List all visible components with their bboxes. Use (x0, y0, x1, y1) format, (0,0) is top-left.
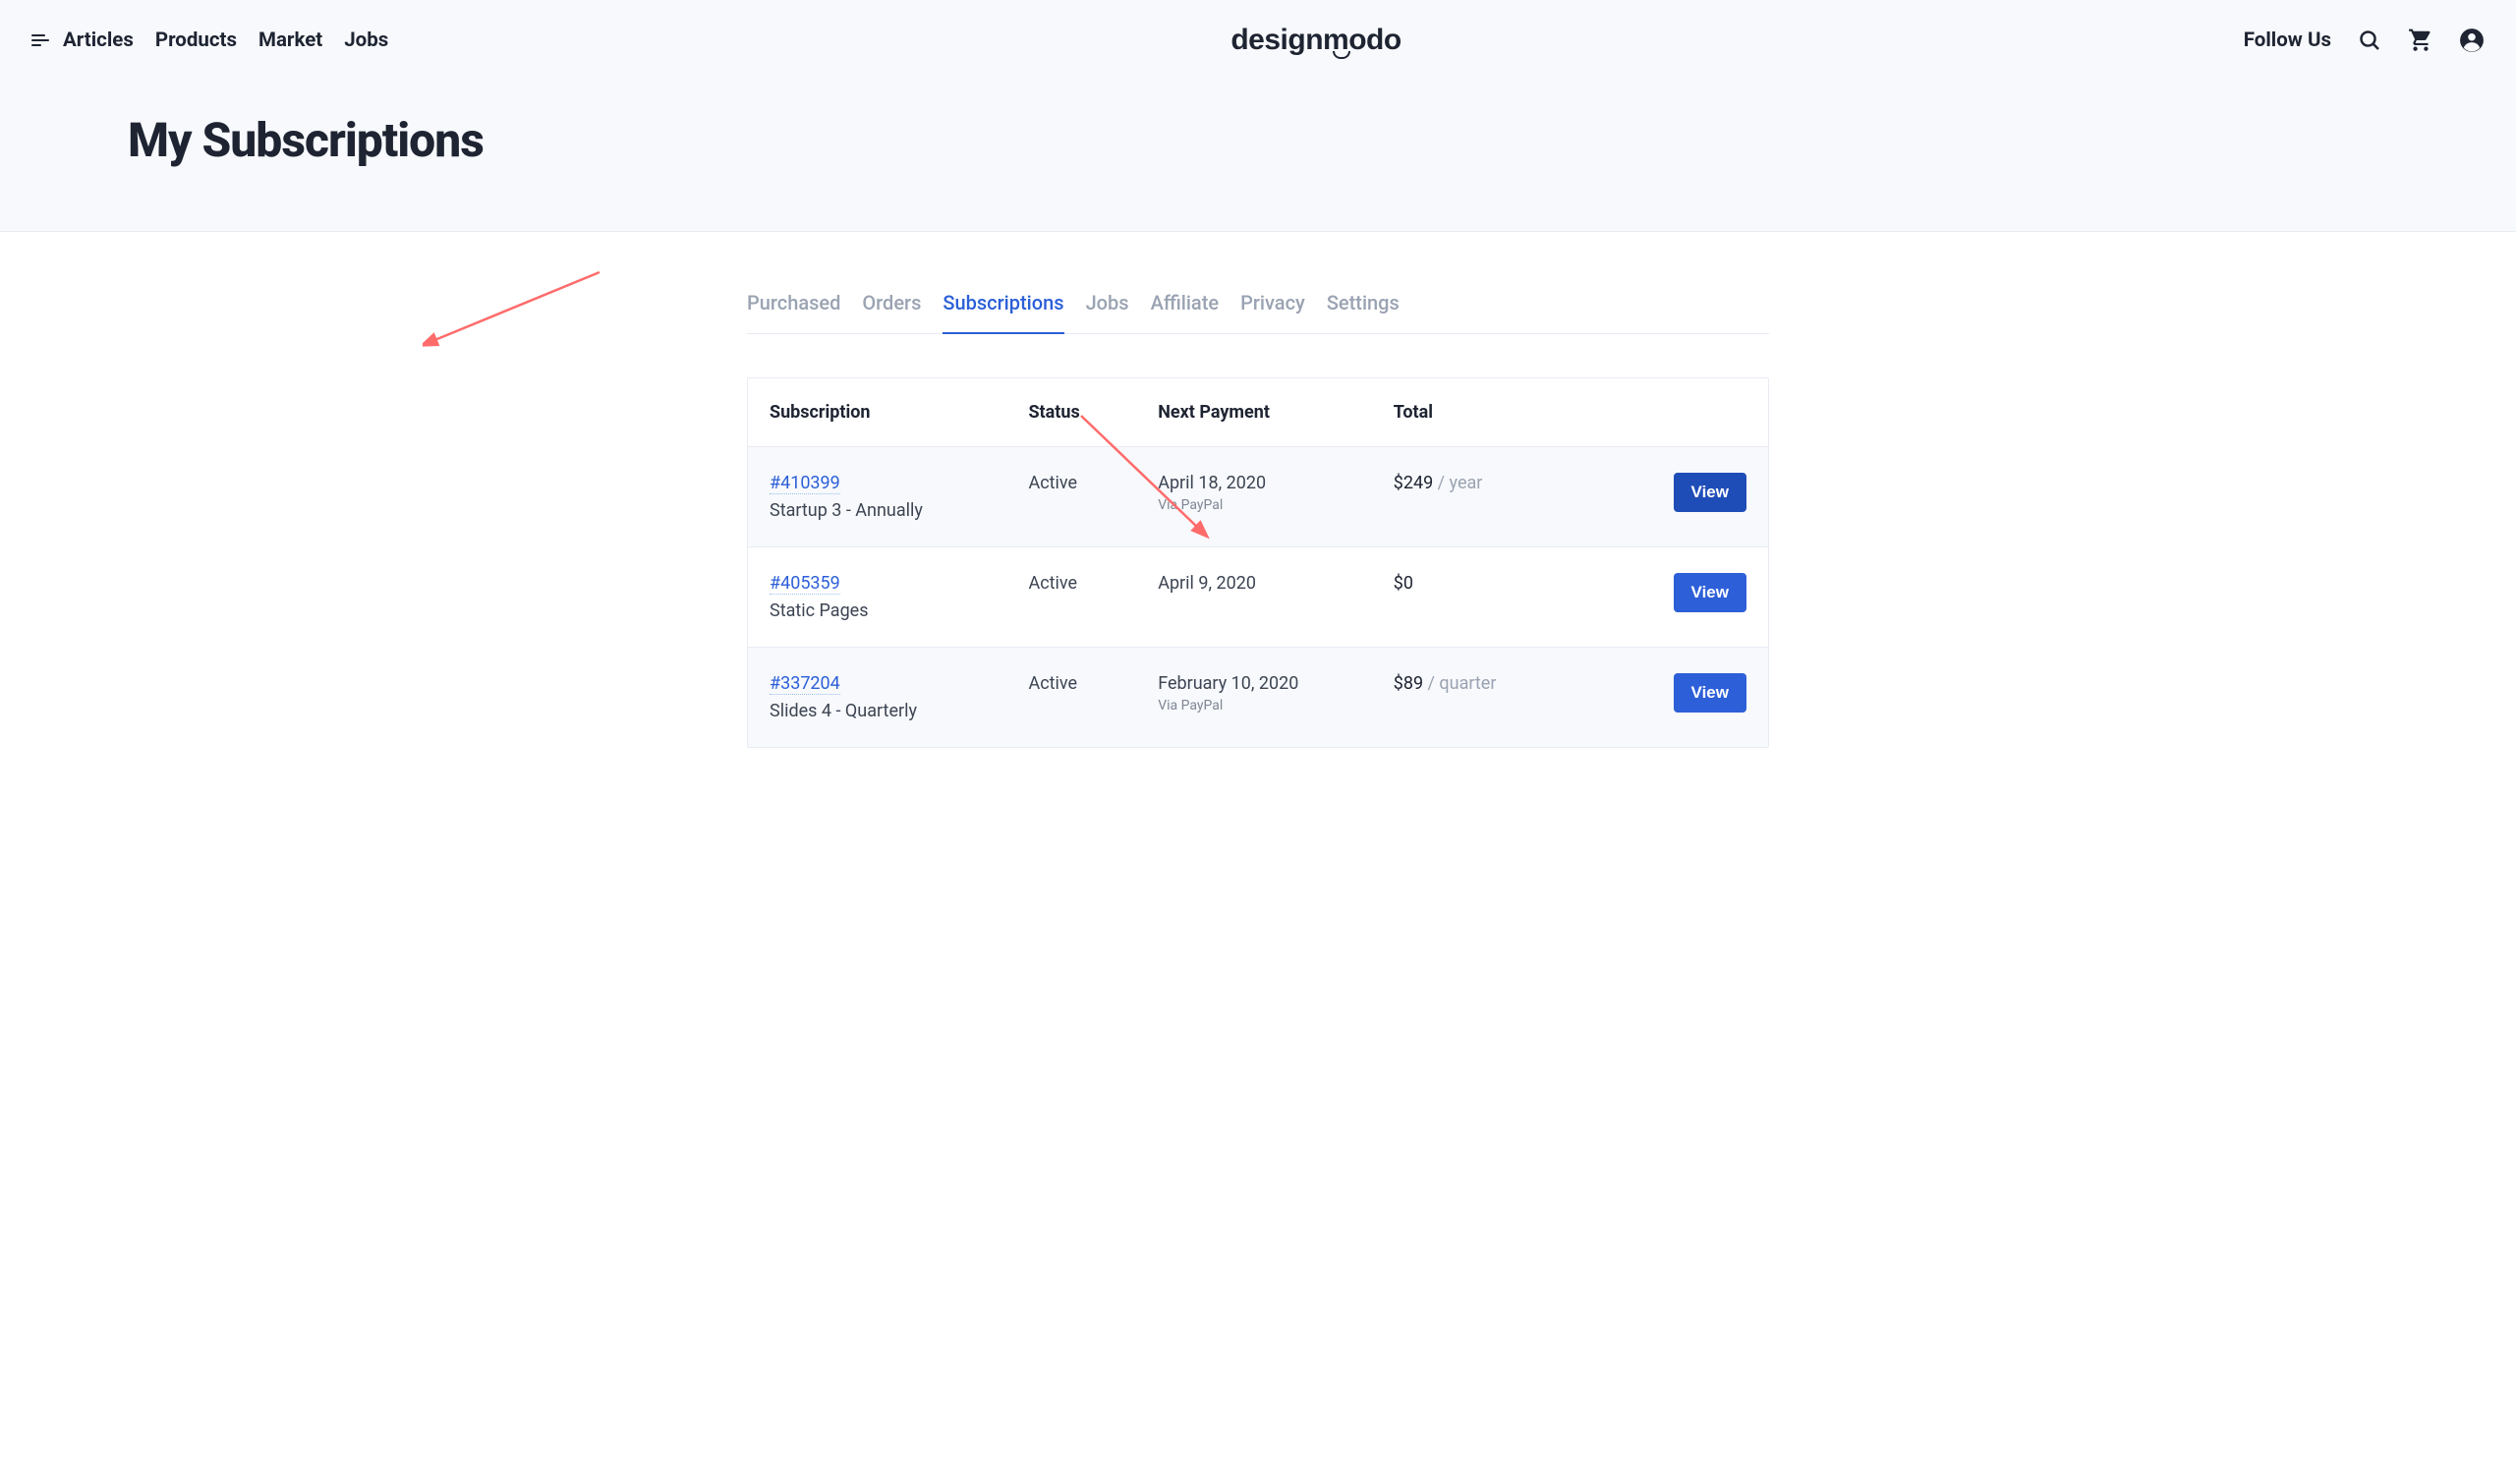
menu-icon[interactable] (31, 33, 49, 47)
view-button[interactable]: View (1674, 473, 1746, 512)
search-icon[interactable] (2357, 28, 2382, 53)
cart-icon[interactable] (2408, 28, 2433, 53)
tab-orders[interactable]: Orders (862, 267, 921, 334)
subscription-id-link[interactable]: #410399 (770, 473, 840, 494)
tab-settings[interactable]: Settings (1327, 267, 1400, 334)
view-button[interactable]: View (1674, 673, 1746, 713)
th-total: Total (1394, 402, 1630, 423)
tab-jobs[interactable]: Jobs (1086, 267, 1129, 334)
tab-privacy[interactable]: Privacy (1240, 267, 1305, 334)
table-row: #337204 Slides 4 - QuarterlyActiveFebruar… (748, 648, 1768, 747)
payment-method: Via PayPal (1158, 698, 1394, 713)
tab-subscriptions[interactable]: Subscriptions (943, 267, 1063, 334)
top-header: Articles Products Market Jobs designmodo… (0, 0, 2516, 232)
tab-affiliate[interactable]: Affiliate (1151, 267, 1220, 334)
annotation-arrow-icon (423, 267, 609, 356)
subscription-name: Static Pages (770, 600, 1028, 621)
next-payment-date: February 10, 2020 (1158, 673, 1394, 694)
tab-purchased[interactable]: Purchased (747, 267, 840, 334)
logo[interactable]: designmodo (1230, 24, 1401, 57)
next-payment-date: April 9, 2020 (1158, 573, 1394, 594)
subscription-name: Startup 3 - Annually (770, 500, 1028, 521)
table-row: #405359 Static PagesActiveApril 9, 2020$0… (748, 547, 1768, 648)
account-tabs: Purchased Orders Subscriptions Jobs Affiliat… (747, 267, 1769, 334)
total-price: $0 (1394, 573, 1413, 594)
primary-nav: Articles Products Market Jobs (63, 29, 388, 52)
total-price: $249 (1394, 473, 1433, 493)
payment-method: Via PayPal (1158, 497, 1394, 513)
subscriptions-table: Subscription Status Next Payment Total #… (747, 377, 1769, 748)
follow-us-link[interactable]: Follow Us (2244, 29, 2331, 52)
nav-market[interactable]: Market (258, 29, 322, 52)
status-cell: Active (1028, 673, 1158, 694)
subscription-name: Slides 4 - Quarterly (770, 701, 1028, 721)
view-button[interactable]: View (1674, 573, 1746, 612)
table-row: #410399 Startup 3 - AnnuallyActiveApril 1… (748, 447, 1768, 547)
status-cell: Active (1028, 573, 1158, 594)
nav-products[interactable]: Products (155, 29, 237, 52)
page-title: My Subscriptions (128, 112, 2516, 168)
total-period: / year (1433, 473, 1482, 493)
total-price: $89 (1394, 673, 1423, 694)
th-status: Status (1028, 402, 1158, 423)
nav-jobs[interactable]: Jobs (344, 29, 388, 52)
th-next-payment: Next Payment (1158, 402, 1394, 423)
th-subscription: Subscription (770, 402, 1028, 423)
status-cell: Active (1028, 473, 1158, 493)
table-header: Subscription Status Next Payment Total (748, 378, 1768, 447)
nav-articles[interactable]: Articles (63, 29, 134, 52)
subscription-id-link[interactable]: #405359 (770, 573, 840, 595)
total-period: / quarter (1423, 673, 1496, 694)
account-icon[interactable] (2459, 28, 2485, 53)
subscription-id-link[interactable]: #337204 (770, 673, 840, 695)
next-payment-date: April 18, 2020 (1158, 473, 1394, 493)
